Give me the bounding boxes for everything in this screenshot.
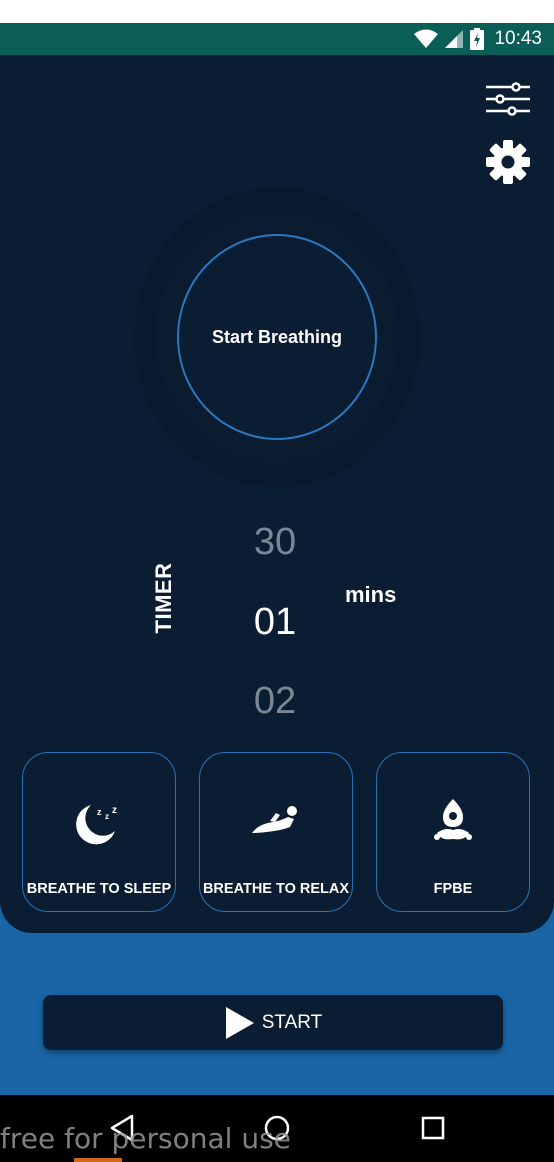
fpbe-card[interactable]: FPBE — [376, 752, 530, 912]
svg-text:z: z — [97, 807, 102, 817]
picker-value-next[interactable]: 02 — [220, 680, 330, 723]
start-breathing-button[interactable]: Start Breathing — [177, 234, 377, 440]
gear-icon[interactable] — [484, 138, 532, 186]
moon-sleep-icon: z z z — [76, 805, 117, 845]
start-breathing-label: Start Breathing — [211, 326, 343, 347]
cell-signal-icon — [445, 30, 464, 48]
timer-label: TIMER — [151, 562, 176, 634]
meditation-icon — [434, 799, 472, 840]
start-button[interactable]: START — [43, 995, 503, 1050]
breathe-to-sleep-card[interactable]: z z z BREATHE TO SLEEP — [22, 752, 176, 912]
watermark-underline — [74, 1158, 122, 1162]
battery-icon — [470, 28, 485, 50]
play-icon — [225, 1006, 254, 1039]
mode-label: BREATHE TO RELAX — [202, 881, 350, 897]
svg-text:z: z — [112, 805, 117, 816]
start-label: START — [261, 1011, 323, 1033]
status-time: 10:43 — [494, 28, 542, 49]
mode-label: FPBE — [433, 881, 473, 897]
reclining-person-icon — [252, 806, 297, 833]
picker-value-current[interactable]: 01 — [220, 601, 330, 644]
status-bar: 10:43 — [0, 23, 554, 55]
sliders-icon[interactable] — [486, 82, 530, 116]
watermark: free for personal use — [0, 1122, 291, 1155]
picker-value-previous[interactable]: 30 — [220, 521, 330, 564]
mode-label: BREATHE TO SLEEP — [26, 881, 172, 897]
minutes-picker[interactable]: 30 01 02 — [220, 515, 330, 730]
svg-text:z: z — [105, 812, 109, 821]
recents-icon[interactable] — [419, 1113, 447, 1143]
minutes-unit-label: mins — [345, 582, 397, 607]
breathe-to-relax-card[interactable]: BREATHE TO RELAX — [199, 752, 353, 912]
status-icons: 10:43 — [414, 23, 542, 55]
wifi-icon — [414, 29, 439, 48]
